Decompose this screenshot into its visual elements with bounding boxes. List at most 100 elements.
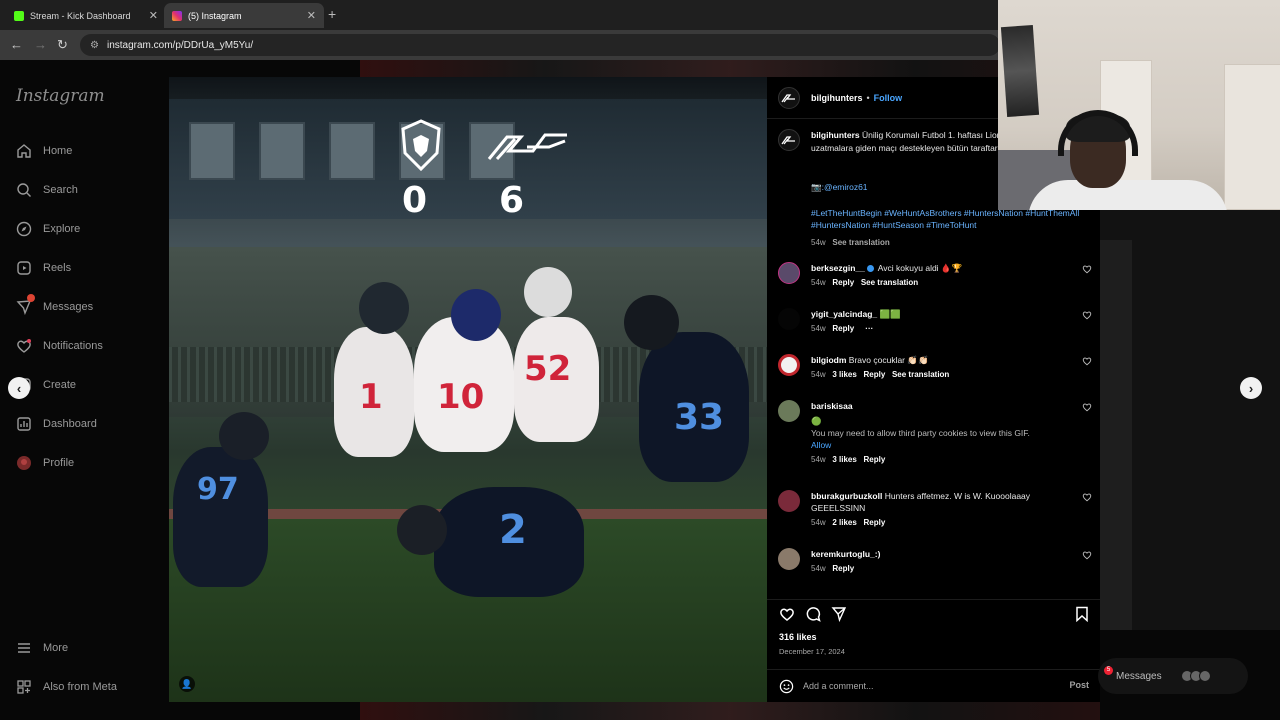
commenter-avatar[interactable] — [778, 354, 800, 376]
comment-meta: 54w Reply See translation — [811, 277, 1061, 289]
comment-username[interactable]: bariskisaa — [811, 401, 853, 411]
commenter-avatar[interactable] — [778, 308, 800, 330]
author-avatar[interactable] — [778, 129, 800, 151]
reload-icon[interactable]: ↻ — [57, 37, 68, 53]
messages-pill[interactable]: 5 Messages — [1098, 658, 1248, 694]
sidebar-item-label: Dashboard — [43, 418, 97, 430]
jersey-number: 2 — [499, 507, 527, 553]
helmet — [397, 505, 447, 555]
follow-button[interactable]: Follow — [874, 93, 903, 103]
helmet — [219, 412, 269, 460]
comment-username[interactable]: keremkurtoglu_:) — [811, 549, 880, 559]
comment-username[interactable]: yigit_yalcindag_ — [811, 309, 877, 319]
reply-button[interactable]: Reply — [864, 518, 886, 527]
jersey-number: 33 — [674, 397, 725, 438]
commenter-avatar[interactable] — [778, 548, 800, 570]
comment-options-icon[interactable]: ··· — [865, 324, 873, 333]
reply-button[interactable]: Reply — [832, 278, 854, 287]
comment-body: bburakgurbuzkoll Hunters affetmez. W is … — [811, 490, 1061, 529]
comment-bubble-icon[interactable] — [805, 606, 821, 622]
see-translation-link[interactable]: See translation — [832, 238, 889, 247]
meta-icon — [16, 679, 32, 695]
next-post-button[interactable]: › — [1240, 377, 1262, 399]
comment-username[interactable]: bburakgurbuzkoll — [811, 491, 882, 501]
comment-likes[interactable]: 2 likes — [832, 518, 856, 527]
instagram-favicon-icon — [172, 10, 182, 21]
reply-button[interactable]: Reply — [864, 370, 886, 379]
sidebar-item-more[interactable]: More — [16, 640, 68, 656]
like-comment-heart-icon[interactable] — [1082, 310, 1092, 320]
sidebar-item-profile[interactable]: Profile — [16, 455, 74, 471]
tagged-users-icon[interactable]: 👤 — [179, 676, 195, 692]
bookmark-icon[interactable] — [1074, 606, 1090, 622]
home-score: 0 — [402, 180, 428, 221]
sidebar-item-explore[interactable]: Explore — [16, 221, 80, 237]
reply-button[interactable]: Reply — [832, 564, 854, 573]
previous-post-button[interactable]: ‹ — [8, 377, 30, 399]
comment-time: 54w — [811, 455, 826, 464]
post-comment-button[interactable]: Post — [1069, 680, 1089, 690]
lions-logo-icon — [401, 119, 441, 171]
background-feed-strip — [360, 702, 1100, 720]
sidebar-item-home[interactable]: Home — [16, 143, 72, 159]
commenter-avatar[interactable] — [778, 400, 800, 422]
site-info-icon[interactable]: ⚙ — [90, 40, 99, 51]
add-comment-input[interactable] — [803, 678, 1043, 694]
comment-likes[interactable]: 3 likes — [832, 455, 856, 464]
like-heart-icon[interactable] — [779, 606, 795, 622]
avatar-icon — [16, 455, 32, 471]
close-tab-icon[interactable]: ✕ — [307, 9, 316, 22]
reply-button[interactable]: Reply — [832, 324, 854, 333]
sidebar-item-reels[interactable]: Reels — [16, 260, 71, 276]
see-translation-link[interactable]: See translation — [861, 278, 918, 287]
post-image[interactable]: 0 6 97 1 10 52 2 33 👤 — [169, 77, 767, 702]
share-icon[interactable] — [831, 606, 847, 622]
comment-username[interactable]: berksezgin__ — [811, 263, 865, 273]
caption-mention[interactable]: 📷:@emiroz61 — [811, 182, 868, 193]
helmet — [624, 295, 679, 350]
see-translation-link[interactable]: See translation — [892, 370, 949, 379]
jersey-number: 10 — [437, 377, 485, 417]
allow-cookies-link[interactable]: Allow — [811, 439, 1061, 451]
sidebar-item-messages[interactable]: Messages — [16, 294, 93, 315]
commenter-avatar[interactable] — [778, 490, 800, 512]
comment-time: 54w — [811, 370, 826, 379]
back-icon[interactable]: ← — [10, 37, 23, 52]
comment-username[interactable]: bilgiodm — [811, 355, 846, 365]
tab-title: Stream - Kick Dashboard — [30, 10, 131, 21]
tab-kick-dashboard[interactable]: Stream - Kick Dashboard ✕ — [6, 3, 166, 28]
close-tab-icon[interactable]: ✕ — [149, 9, 158, 22]
like-comment-heart-icon[interactable] — [1082, 492, 1092, 502]
sidebar-item-dashboard[interactable]: Dashboard — [16, 416, 97, 432]
sidebar-item-also-from-meta[interactable]: Also from Meta — [16, 679, 117, 695]
like-comment-heart-icon[interactable] — [1082, 550, 1092, 560]
helmet — [359, 282, 409, 334]
author-username[interactable]: bilgihunters — [811, 93, 863, 103]
like-comment-heart-icon[interactable] — [1082, 264, 1092, 274]
webcam-overlay — [998, 0, 1280, 210]
like-comment-heart-icon[interactable] — [1082, 356, 1092, 366]
messages-badge — [27, 294, 35, 302]
like-comment-heart-icon[interactable] — [1082, 402, 1092, 412]
hunters-logo-icon — [487, 133, 567, 161]
tab-instagram[interactable]: (5) Instagram ✕ — [164, 3, 324, 28]
sidebar-item-label: Notifications — [43, 340, 103, 352]
address-bar[interactable]: ⚙ instagram.com/p/DDrUa_yM5Yu/ — [80, 34, 1000, 56]
reply-button[interactable]: Reply — [864, 455, 886, 464]
sidebar-item-notifications[interactable]: Notifications — [16, 338, 103, 354]
sidebar-item-search[interactable]: Search — [16, 182, 78, 198]
new-tab-button[interactable]: + — [328, 6, 336, 22]
comment-likes[interactable]: 3 likes — [832, 370, 856, 379]
comment-text: Avci kokuyu aldi 🩸🏆 — [877, 263, 963, 273]
caption-author[interactable]: bilgihunters — [811, 130, 860, 140]
caption-hashtags[interactable]: #LetTheHuntBegin #WeHuntAsBrothers #Hunt… — [811, 207, 1097, 231]
like-count[interactable]: 316 likes — [779, 632, 817, 642]
away-score: 6 — [499, 180, 525, 221]
forward-icon[interactable]: → — [34, 37, 47, 52]
commenter-avatar[interactable] — [778, 262, 800, 284]
reels-icon — [16, 260, 32, 276]
sidebar-item-label: More — [43, 642, 69, 654]
instagram-logo[interactable]: Instagram — [16, 86, 105, 106]
emoji-icon[interactable] — [779, 679, 794, 694]
author-avatar[interactable] — [778, 86, 800, 109]
